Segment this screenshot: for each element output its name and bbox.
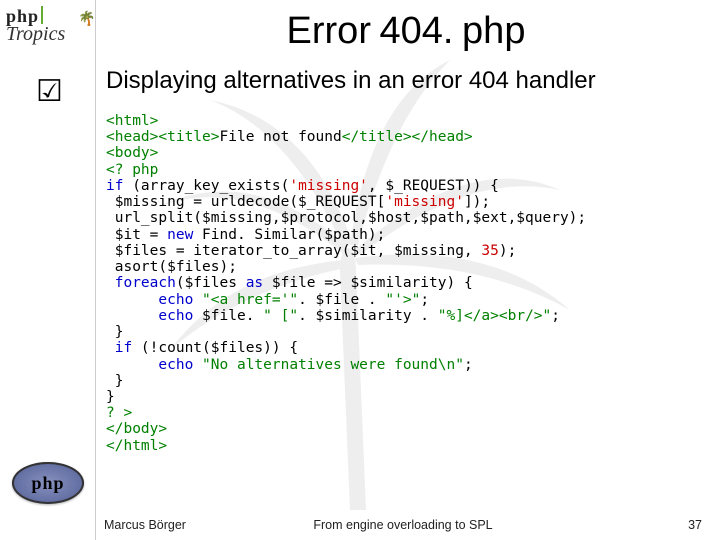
checkbox-icon: ☑	[36, 74, 63, 109]
logo-tropics-text: Tropics	[6, 23, 65, 45]
palm-icon: 🌴	[78, 12, 95, 25]
code-block: <html> <head><title>File not found</titl…	[106, 113, 708, 454]
slide-subtitle: Displaying alternatives in an error 404 …	[106, 67, 708, 95]
php-logo: php	[12, 462, 84, 504]
slide: php Tropics 🌴 ☑ php Error 404. php Displ…	[0, 0, 720, 540]
slide-title: Error 404. php	[104, 10, 708, 53]
php-logo-text: php	[31, 473, 64, 494]
sidebar: php Tropics 🌴 ☑ php	[0, 0, 96, 540]
slide-content: Error 404. php Displaying alternatives i…	[96, 0, 720, 540]
tropics-logo: php Tropics 🌴	[6, 6, 65, 44]
